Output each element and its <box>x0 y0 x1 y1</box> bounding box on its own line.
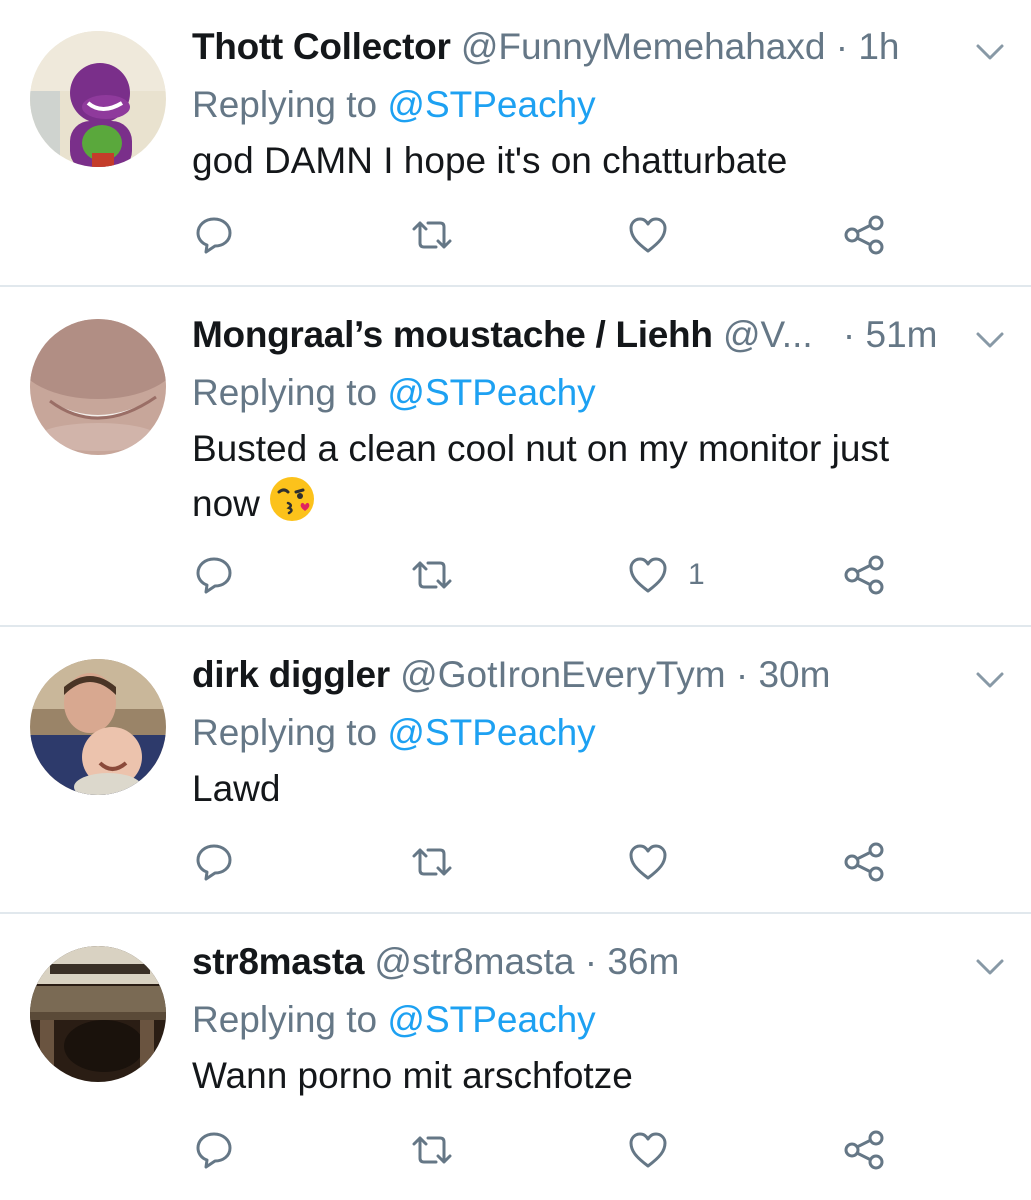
tweet-actions <box>0 839 1031 889</box>
replying-to: Replying to @STPeachy <box>192 997 596 1043</box>
tweet-header: str8masta @str8masta · 36m <box>192 939 679 985</box>
heart-icon <box>629 844 667 880</box>
retweet-button[interactable] <box>408 212 456 258</box>
retweet-button[interactable] <box>408 839 456 885</box>
retweet-icon <box>412 561 452 589</box>
retweet-icon <box>412 1136 452 1164</box>
avatar[interactable] <box>30 946 166 1082</box>
heart-icon <box>629 217 667 253</box>
share-button[interactable] <box>842 1127 888 1173</box>
reply-button[interactable] <box>192 552 236 598</box>
like-button[interactable] <box>626 1127 688 1173</box>
tweet-text-line: now <box>192 475 982 537</box>
reply-button[interactable] <box>192 839 236 885</box>
mention-link[interactable]: @STPeachy <box>387 999 595 1040</box>
tweet[interactable]: Thott Collector @FunnyMemehahaxd · 1h Re… <box>0 0 1031 287</box>
replying-prefix: Replying to <box>192 999 378 1040</box>
share-icon <box>844 1130 884 1170</box>
share-button[interactable] <box>842 839 888 885</box>
user-handle[interactable]: @str8masta <box>374 941 574 982</box>
mention-link[interactable]: @STPeachy <box>387 372 595 413</box>
tweet-actions: 1 <box>0 552 1031 602</box>
reply-button[interactable] <box>192 1127 236 1173</box>
avatar[interactable] <box>30 31 166 167</box>
replying-to: Replying to @STPeachy <box>192 370 596 416</box>
share-icon <box>844 842 884 882</box>
chevron-down-icon[interactable] <box>970 947 1010 987</box>
timestamp[interactable]: 1h <box>858 26 899 67</box>
replying-to: Replying to @STPeachy <box>192 710 596 756</box>
like-count: 1 <box>688 558 705 591</box>
like-button[interactable] <box>626 212 688 258</box>
kissing-face-emoji-icon <box>268 475 316 537</box>
display-name[interactable]: dirk diggler <box>192 654 390 695</box>
replying-prefix: Replying to <box>192 372 378 413</box>
timestamp[interactable]: 51m <box>866 314 938 355</box>
share-button[interactable] <box>842 212 888 258</box>
reply-icon <box>196 844 232 881</box>
reply-button[interactable] <box>192 212 236 258</box>
tweet[interactable]: str8masta @str8masta · 36m Replying to @… <box>0 914 1031 1200</box>
mention-link[interactable]: @STPeachy <box>387 84 595 125</box>
replying-to: Replying to @STPeachy <box>192 82 596 128</box>
like-button[interactable]: 1 <box>626 552 705 598</box>
reply-icon <box>196 217 232 254</box>
tweet[interactable]: dirk diggler @GotIronEveryTym · 30m Repl… <box>0 627 1031 914</box>
share-button[interactable] <box>842 552 888 598</box>
tweet-actions <box>0 212 1031 262</box>
chevron-down-icon[interactable] <box>970 660 1010 700</box>
chevron-down-icon[interactable] <box>970 320 1010 360</box>
heart-icon <box>629 1132 667 1168</box>
retweet-button[interactable] <box>408 552 456 598</box>
reply-icon <box>196 557 232 594</box>
share-icon <box>844 215 884 255</box>
display-name[interactable]: str8masta <box>192 941 364 982</box>
tweet-header: dirk diggler @GotIronEveryTym · 30m <box>192 652 830 698</box>
tweet-text-word: now <box>192 482 260 524</box>
chevron-down-icon[interactable] <box>970 32 1010 72</box>
display-name[interactable]: Mongraal’s moustache / Liehh <box>192 314 713 355</box>
tweet-actions <box>0 1127 1031 1177</box>
timestamp[interactable]: 30m <box>758 654 830 695</box>
reply-icon <box>196 1132 232 1169</box>
timestamp[interactable]: 36m <box>607 941 679 982</box>
retweet-button[interactable] <box>408 1127 456 1173</box>
tweet-text: Busted a clean cool nut on my monitor ju… <box>192 423 982 537</box>
user-handle[interactable]: @FunnyMemehahaxd <box>461 26 826 67</box>
separator-dot: · <box>735 654 749 695</box>
display-name[interactable]: Thott Collector <box>192 26 451 67</box>
user-handle[interactable]: @V... <box>723 314 813 355</box>
retweet-icon <box>412 221 452 249</box>
tweet-text-line: Busted a clean cool nut on my monitor ju… <box>192 428 890 469</box>
tweet-text: Lawd <box>192 768 281 809</box>
share-icon <box>844 555 884 595</box>
avatar[interactable] <box>30 659 166 795</box>
retweet-icon <box>412 848 452 876</box>
tweet-text: god DAMN I hope it's on chatturbate <box>192 140 788 181</box>
like-button[interactable] <box>626 839 688 885</box>
replying-prefix: Replying to <box>192 712 378 753</box>
mention-link[interactable]: @STPeachy <box>387 712 595 753</box>
separator-dot: · <box>842 314 856 355</box>
tweet-header: Mongraal’s moustache / Liehh @V... · 51m <box>192 312 938 358</box>
separator-dot: · <box>835 26 849 67</box>
heart-icon <box>629 557 667 593</box>
separator-dot: · <box>584 941 598 982</box>
avatar[interactable] <box>30 319 166 455</box>
tweet-header: Thott Collector @FunnyMemehahaxd · 1h <box>192 24 900 70</box>
tweet-text: Wann porno mit arschfotze <box>192 1055 633 1096</box>
tweet[interactable]: Mongraal’s moustache / Liehh @V... · 51m… <box>0 287 1031 627</box>
replying-prefix: Replying to <box>192 84 378 125</box>
user-handle[interactable]: @GotIronEveryTym <box>400 654 725 695</box>
